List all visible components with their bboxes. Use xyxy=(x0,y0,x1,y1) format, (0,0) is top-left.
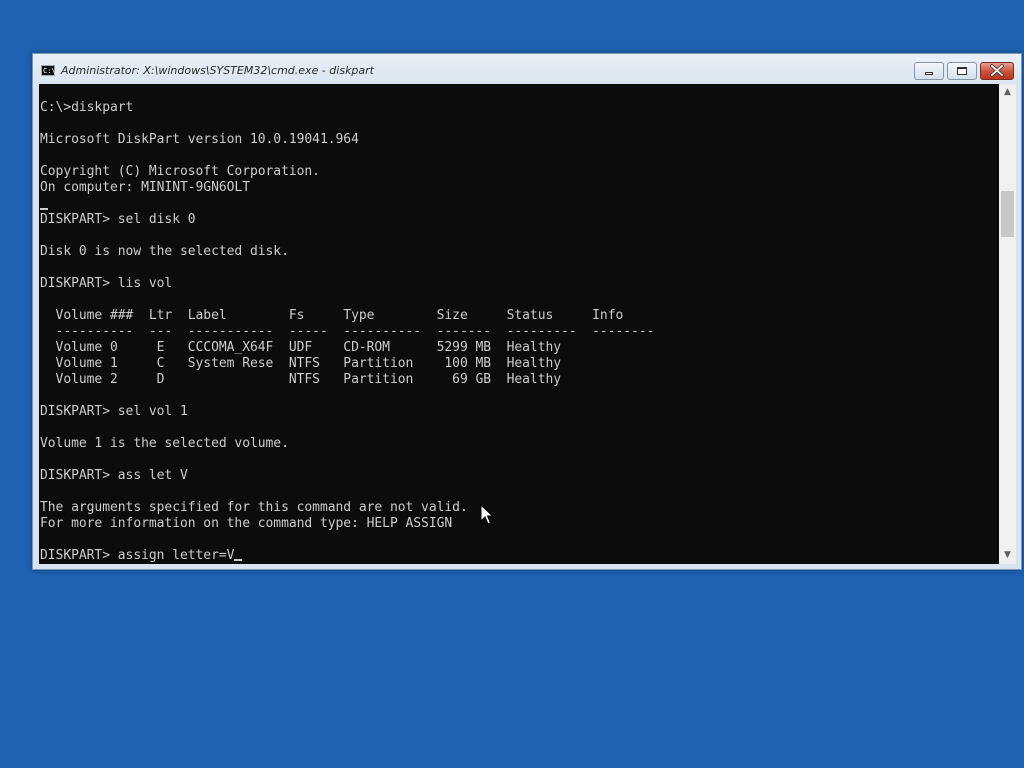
console-line: DISKPART> sel disk 0 xyxy=(40,212,196,227)
desktop-background: C:\ Administrator: X:\windows\SYSTEM32\c… xyxy=(0,0,1024,768)
console-line: Microsoft DiskPart version 10.0.19041.96… xyxy=(40,132,359,147)
mouse-pointer-icon xyxy=(480,504,494,525)
console-line: The arguments specified for this command… xyxy=(40,500,468,515)
console-line: ---------- --- ----------- ----- -------… xyxy=(40,324,655,339)
console-marker xyxy=(40,208,48,210)
close-button[interactable] xyxy=(980,62,1014,80)
cmd-icon: C:\ xyxy=(41,65,56,76)
text-cursor xyxy=(234,559,243,561)
console-line: Disk 0 is now the selected disk. xyxy=(40,244,289,259)
title-bar[interactable]: C:\ Administrator: X:\windows\SYSTEM32\c… xyxy=(33,54,1021,83)
console-line: Volume 1 C System Rese NTFS Partition 10… xyxy=(40,356,562,371)
console-line: For more information on the command type… xyxy=(40,516,453,531)
console-output[interactable]: C:\>diskpart Microsoft DiskPart version 1… xyxy=(39,84,999,564)
console-line: Volume 2 D NTFS Partition 69 GB Healthy xyxy=(40,372,562,387)
scroll-thumb[interactable] xyxy=(1001,191,1014,237)
console-line: C:\>diskpart xyxy=(40,100,134,115)
close-icon xyxy=(989,63,1005,78)
console-line: DISKPART> lis vol xyxy=(40,276,173,291)
console-lines: C:\>diskpart Microsoft DiskPart version 1… xyxy=(40,100,654,564)
window-title: Administrator: X:\windows\SYSTEM32\cmd.e… xyxy=(61,64,374,77)
maximize-icon xyxy=(957,67,967,75)
console-line: DISKPART> ass let V xyxy=(40,468,188,483)
minimize-icon xyxy=(925,72,933,75)
console-line: DISKPART> sel vol 1 xyxy=(40,404,188,419)
cmd-window[interactable]: C:\ Administrator: X:\windows\SYSTEM32\c… xyxy=(32,53,1022,570)
console-line: Volume 0 E CCCOMA_X64F UDF CD-ROM 5299 M… xyxy=(40,340,562,355)
vertical-scrollbar[interactable]: ▲ ▼ xyxy=(999,84,1016,564)
console-line: On computer: MININT-9GN6OLT xyxy=(40,180,250,195)
minimize-button[interactable] xyxy=(914,62,944,80)
chevron-down-icon[interactable]: ▼ xyxy=(999,547,1016,564)
chevron-up-icon[interactable]: ▲ xyxy=(999,84,1016,101)
console-line: DISKPART> assign letter=V xyxy=(40,548,654,564)
maximize-button[interactable] xyxy=(947,62,977,80)
console-line: Volume ### Ltr Label Fs Type Size Status… xyxy=(40,308,624,323)
console-line: Copyright (C) Microsoft Corporation. xyxy=(40,164,320,179)
console-line: Volume 1 is the selected volume. xyxy=(40,436,289,451)
